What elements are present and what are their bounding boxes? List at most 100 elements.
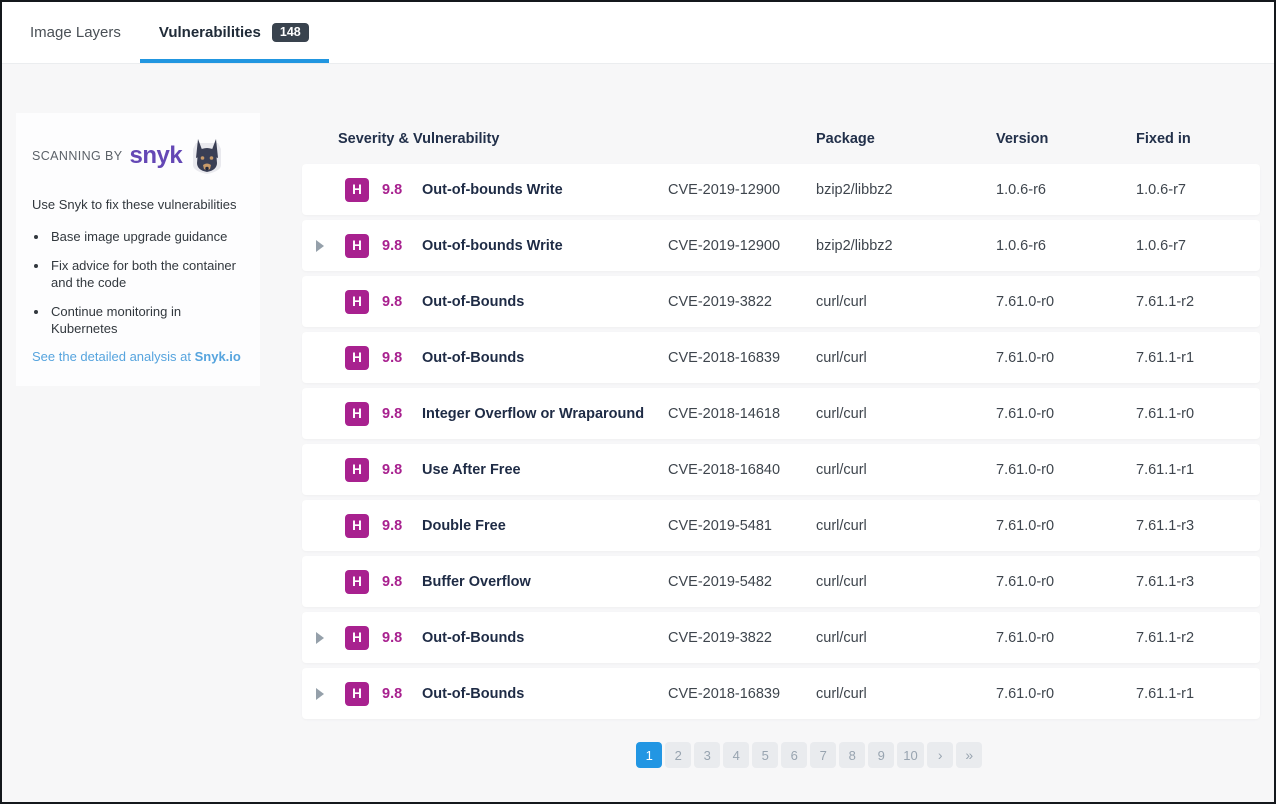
severity-badge-high: H: [345, 234, 369, 258]
package-name: curl/curl: [816, 518, 996, 534]
cve-id: CVE-2018-16839: [668, 350, 816, 366]
expand-caret-icon[interactable]: [316, 632, 324, 644]
expand-caret-icon[interactable]: [316, 240, 324, 252]
content-area: SCANNING BY snyk Use Snyk to fix th: [2, 64, 1274, 768]
last-page-button[interactable]: »: [956, 742, 982, 768]
vulnerability-count-badge: 148: [272, 23, 309, 43]
page-button-7[interactable]: 7: [810, 742, 836, 768]
page-button-3[interactable]: 3: [694, 742, 720, 768]
vulnerability-title: Out-of-Bounds: [422, 686, 524, 702]
cve-id: CVE-2019-5482: [668, 574, 816, 590]
cve-id: CVE-2019-3822: [668, 630, 816, 646]
snyk-intro-text: Use Snyk to fix these vulnerabilities: [32, 197, 244, 212]
package-version: 7.61.0-r0: [996, 574, 1136, 590]
severity-badge-high: H: [345, 178, 369, 202]
vulnerability-title: Out-of-bounds Write: [422, 182, 563, 198]
fixed-in-version: 7.61.1-r0: [1136, 406, 1260, 422]
package-name: curl/curl: [816, 294, 996, 310]
fixed-in-version: 7.61.1-r3: [1136, 574, 1260, 590]
cvss-score: 9.8: [382, 294, 409, 310]
severity-badge-high: H: [345, 570, 369, 594]
vulnerability-title: Out-of-Bounds: [422, 350, 524, 366]
next-page-button[interactable]: ›: [927, 742, 953, 768]
cvss-score: 9.8: [382, 182, 409, 198]
vulnerability-title: Out-of-Bounds: [422, 294, 524, 310]
package-version: 1.0.6-r6: [996, 238, 1136, 254]
vulnerability-row[interactable]: H 9.8 Double Free CVE-2019-5481 curl/cur…: [302, 500, 1260, 551]
package-name: curl/curl: [816, 686, 996, 702]
fixed-in-version: 7.61.1-r2: [1136, 630, 1260, 646]
package-version: 7.61.0-r0: [996, 462, 1136, 478]
page-button-9[interactable]: 9: [868, 742, 894, 768]
benefit-item: Base image upgrade guidance: [49, 228, 244, 245]
severity-badge-high: H: [345, 514, 369, 538]
package-version: 7.61.0-r0: [996, 518, 1136, 534]
vulnerability-row[interactable]: H 9.8 Out-of-bounds Write CVE-2019-12900…: [302, 164, 1260, 215]
snyk-benefits-list: Base image upgrade guidance Fix advice f…: [49, 228, 244, 337]
page-button-1[interactable]: 1: [636, 742, 662, 768]
vulnerability-title: Use After Free: [422, 462, 521, 478]
package-name: curl/curl: [816, 350, 996, 366]
package-name: curl/curl: [816, 574, 996, 590]
tab-vulnerabilities[interactable]: Vulnerabilities 148: [140, 2, 329, 63]
vulnerability-row[interactable]: H 9.8 Out-of-Bounds CVE-2018-16839 curl/…: [302, 332, 1260, 383]
cvss-score: 9.8: [382, 518, 409, 534]
scanning-by-label: SCANNING BY: [32, 149, 123, 163]
fixed-in-version: 7.61.1-r1: [1136, 686, 1260, 702]
page-button-6[interactable]: 6: [781, 742, 807, 768]
benefit-item: Fix advice for both the container and th…: [49, 257, 244, 291]
vulnerability-title: Out-of-Bounds: [422, 630, 524, 646]
cve-id: CVE-2019-12900: [668, 182, 816, 198]
vulnerability-title: Integer Overflow or Wraparound: [422, 406, 644, 422]
vulnerability-row[interactable]: H 9.8 Integer Overflow or Wraparound CVE…: [302, 388, 1260, 439]
cve-id: CVE-2019-5481: [668, 518, 816, 534]
package-version: 7.61.0-r0: [996, 350, 1136, 366]
severity-badge-high: H: [345, 346, 369, 370]
page-button-10[interactable]: 10: [897, 742, 923, 768]
vulnerability-title: Double Free: [422, 518, 506, 534]
package-version: 7.61.0-r0: [996, 406, 1136, 422]
severity-badge-high: H: [345, 290, 369, 314]
page-button-4[interactable]: 4: [723, 742, 749, 768]
package-name: curl/curl: [816, 462, 996, 478]
vulnerability-row[interactable]: H 9.8 Out-of-Bounds CVE-2018-16839 curl/…: [302, 668, 1260, 719]
fixed-in-version: 7.61.1-r1: [1136, 462, 1260, 478]
cvss-score: 9.8: [382, 462, 409, 478]
cvss-score: 9.8: [382, 238, 409, 254]
package-name: curl/curl: [816, 630, 996, 646]
vulnerability-row[interactable]: H 9.8 Use After Free CVE-2018-16840 curl…: [302, 444, 1260, 495]
cve-id: CVE-2019-12900: [668, 238, 816, 254]
cvss-score: 9.8: [382, 406, 409, 422]
vulnerability-row[interactable]: H 9.8 Out-of-Bounds CVE-2019-3822 curl/c…: [302, 276, 1260, 327]
table-header-row: Severity & Vulnerability Package Version…: [302, 121, 1260, 157]
vulnerability-title: Buffer Overflow: [422, 574, 531, 590]
package-version: 7.61.0-r0: [996, 294, 1136, 310]
tab-vulnerabilities-label: Vulnerabilities: [159, 24, 261, 41]
package-name: bzip2/libbz2: [816, 238, 996, 254]
benefit-item: Continue monitoring in Kubernetes: [49, 303, 244, 337]
page-button-8[interactable]: 8: [839, 742, 865, 768]
fixed-in-version: 7.61.1-r2: [1136, 294, 1260, 310]
expand-caret-icon[interactable]: [316, 688, 324, 700]
vulnerability-table: Severity & Vulnerability Package Version…: [302, 64, 1260, 768]
cve-id: CVE-2018-16840: [668, 462, 816, 478]
header-fixed-in: Fixed in: [1136, 131, 1260, 147]
package-version: 7.61.0-r0: [996, 630, 1136, 646]
cvss-score: 9.8: [382, 686, 409, 702]
header-version: Version: [996, 131, 1136, 147]
scan-results-window: Image Layers Vulnerabilities 148 SCANNIN…: [0, 0, 1276, 804]
tab-image-layers[interactable]: Image Layers: [30, 2, 121, 63]
fixed-in-version: 7.61.1-r3: [1136, 518, 1260, 534]
tab-bar: Image Layers Vulnerabilities 148: [2, 2, 1274, 64]
page-button-2[interactable]: 2: [665, 742, 691, 768]
vulnerability-row[interactable]: H 9.8 Out-of-bounds Write CVE-2019-12900…: [302, 220, 1260, 271]
fixed-in-version: 1.0.6-r7: [1136, 182, 1260, 198]
snyk-dog-icon: [190, 137, 224, 175]
page-button-5[interactable]: 5: [752, 742, 778, 768]
snyk-analysis-link[interactable]: See the detailed analysis at Snyk.io: [32, 349, 244, 364]
severity-badge-high: H: [345, 402, 369, 426]
tab-image-layers-label: Image Layers: [30, 24, 121, 41]
vulnerability-row[interactable]: H 9.8 Out-of-Bounds CVE-2019-3822 curl/c…: [302, 612, 1260, 663]
vulnerability-row[interactable]: H 9.8 Buffer Overflow CVE-2019-5482 curl…: [302, 556, 1260, 607]
package-version: 7.61.0-r0: [996, 686, 1136, 702]
